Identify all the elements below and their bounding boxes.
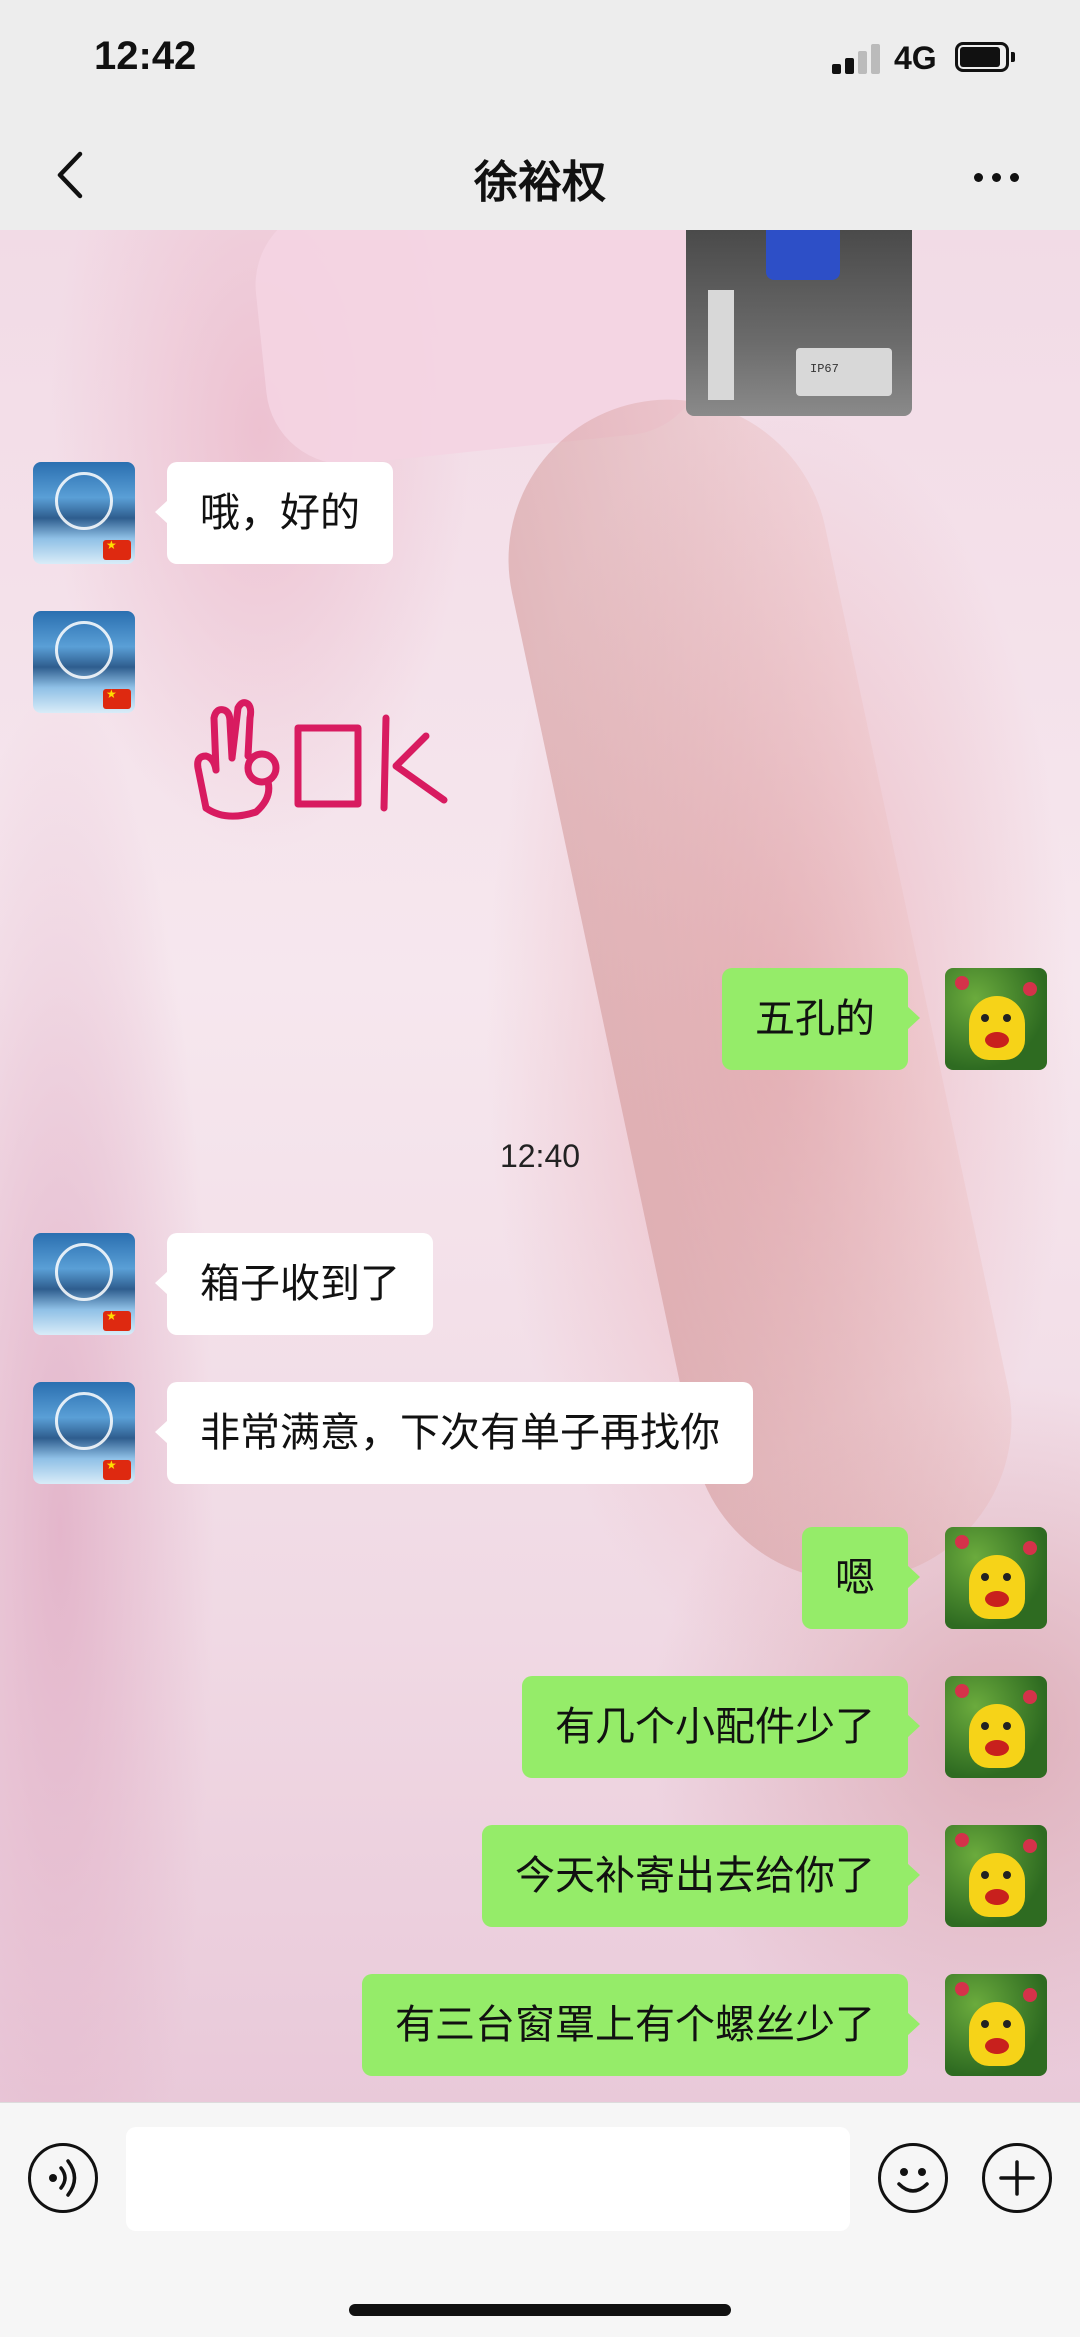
voice-button[interactable] bbox=[28, 2143, 98, 2213]
message-bubble[interactable]: 有三台窗罩上有个螺丝少了 bbox=[362, 1974, 920, 2076]
self-avatar[interactable] bbox=[945, 968, 1047, 1070]
contact-avatar[interactable] bbox=[33, 1233, 135, 1335]
message-bubble[interactable]: 今天补寄出去给你了 bbox=[482, 1825, 920, 1927]
chat-title: 徐裕权 bbox=[474, 157, 606, 208]
message-timestamp: 12:40 bbox=[499, 1138, 581, 1174]
message-input[interactable] bbox=[126, 2127, 850, 2231]
self-avatar[interactable] bbox=[945, 1527, 1047, 1629]
self-avatar[interactable] bbox=[945, 1974, 1047, 2076]
home-indicator[interactable] bbox=[349, 2304, 731, 2316]
emoji-icon bbox=[897, 2168, 929, 2193]
input-bar bbox=[0, 2102, 1080, 2337]
voice-icon bbox=[49, 2159, 77, 2197]
signal-strength-icon bbox=[832, 44, 882, 74]
ok-hand-sticker[interactable] bbox=[186, 698, 486, 828]
status-time: 12:42 bbox=[94, 34, 197, 78]
contact-avatar[interactable] bbox=[33, 1382, 135, 1484]
message-list[interactable]: IP67 哦，好的 五孔的 12:40 箱子收到了 bbox=[0, 230, 1080, 2102]
more-button[interactable] bbox=[965, 140, 1045, 210]
add-button[interactable] bbox=[982, 2143, 1052, 2213]
contact-avatar[interactable] bbox=[33, 462, 135, 564]
message-bubble[interactable]: 箱子收到了 bbox=[155, 1233, 433, 1335]
image-message[interactable]: IP67 bbox=[686, 230, 912, 416]
chat-header: 徐裕权 bbox=[0, 120, 1080, 230]
message-bubble[interactable]: 哦，好的 bbox=[155, 462, 393, 564]
self-avatar[interactable] bbox=[945, 1676, 1047, 1778]
status-bar: 12:42 4G bbox=[0, 0, 1080, 120]
network-type: 4G bbox=[894, 40, 937, 76]
battery-icon bbox=[955, 42, 1015, 72]
message-bubble[interactable]: 嗯 bbox=[802, 1527, 920, 1629]
message-bubble[interactable]: 有几个小配件少了 bbox=[522, 1676, 920, 1778]
plus-circle-icon bbox=[999, 2160, 1035, 2196]
contact-avatar[interactable] bbox=[33, 611, 135, 713]
message-bubble[interactable]: 五孔的 bbox=[722, 968, 920, 1070]
self-avatar[interactable] bbox=[945, 1825, 1047, 1927]
emoji-button[interactable] bbox=[878, 2143, 948, 2213]
message-bubble[interactable]: 非常满意，下次有单子再找你 bbox=[155, 1382, 753, 1484]
